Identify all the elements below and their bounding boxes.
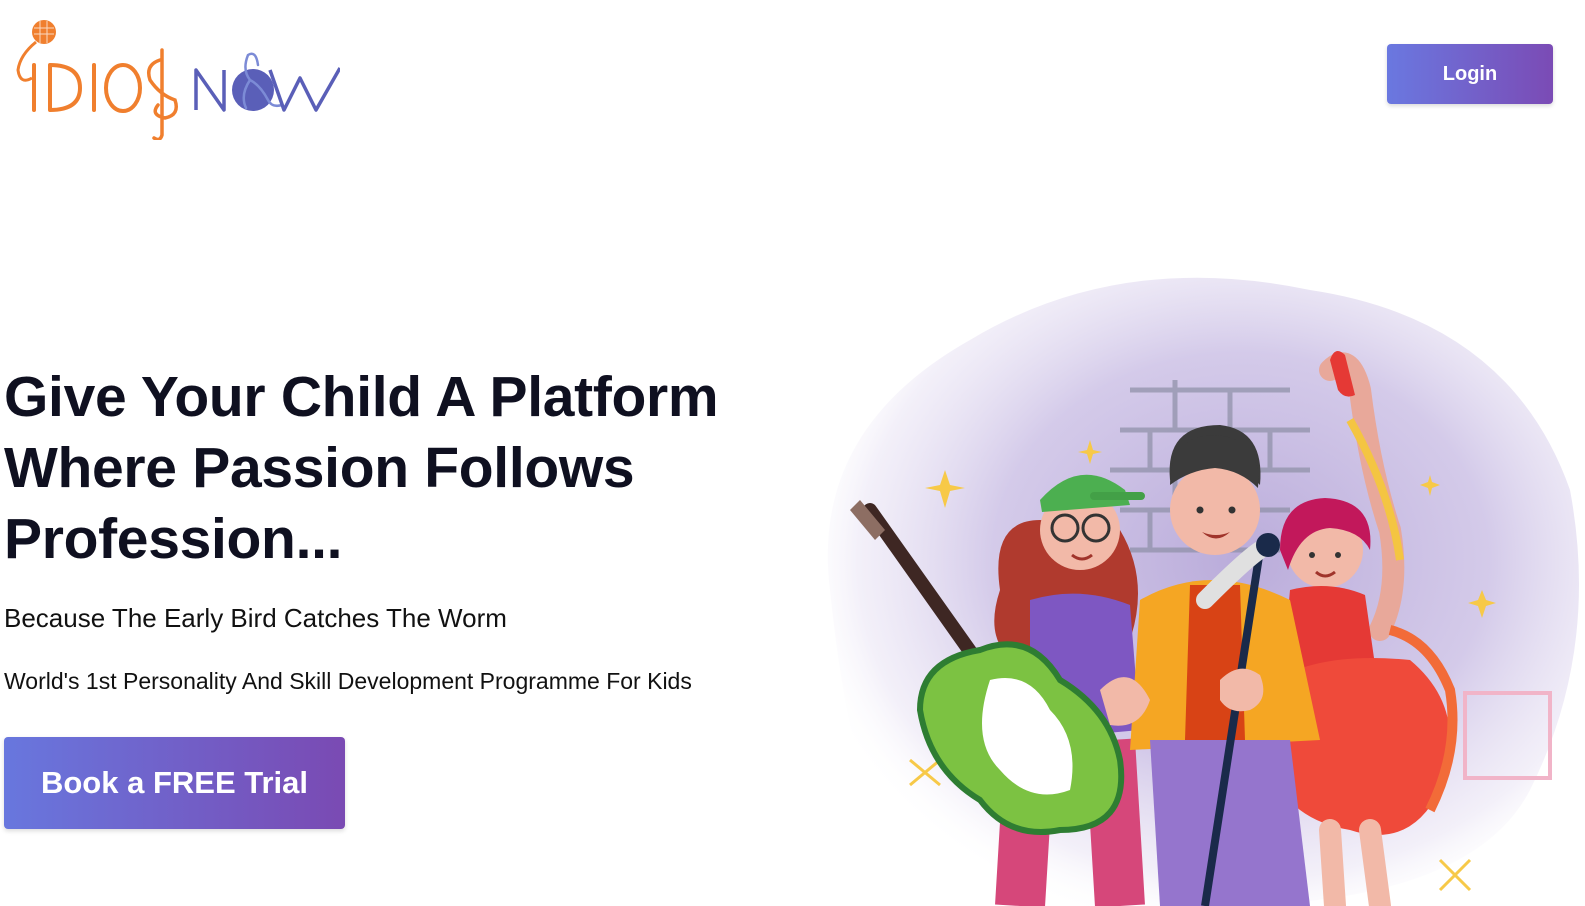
hero-title: Give Your Child A Platform Where Passion… [4, 365, 719, 571]
hero-subtitle: Because The Early Bird Catches The Worm [4, 603, 507, 633]
login-button[interactable]: Login [1387, 44, 1553, 104]
idiosnow-logo-icon [16, 20, 340, 140]
brand-logo[interactable] [10, 10, 340, 140]
landing-page: Login Give Your Child A Platform Where P… [0, 0, 1585, 906]
hero-description: World's 1st Personality And Skill Develo… [4, 668, 692, 694]
hero-illustration [790, 230, 1585, 906]
kids-performing-illustration-icon [827, 277, 1579, 906]
book-free-trial-button[interactable]: Book a FREE Trial [4, 737, 345, 829]
